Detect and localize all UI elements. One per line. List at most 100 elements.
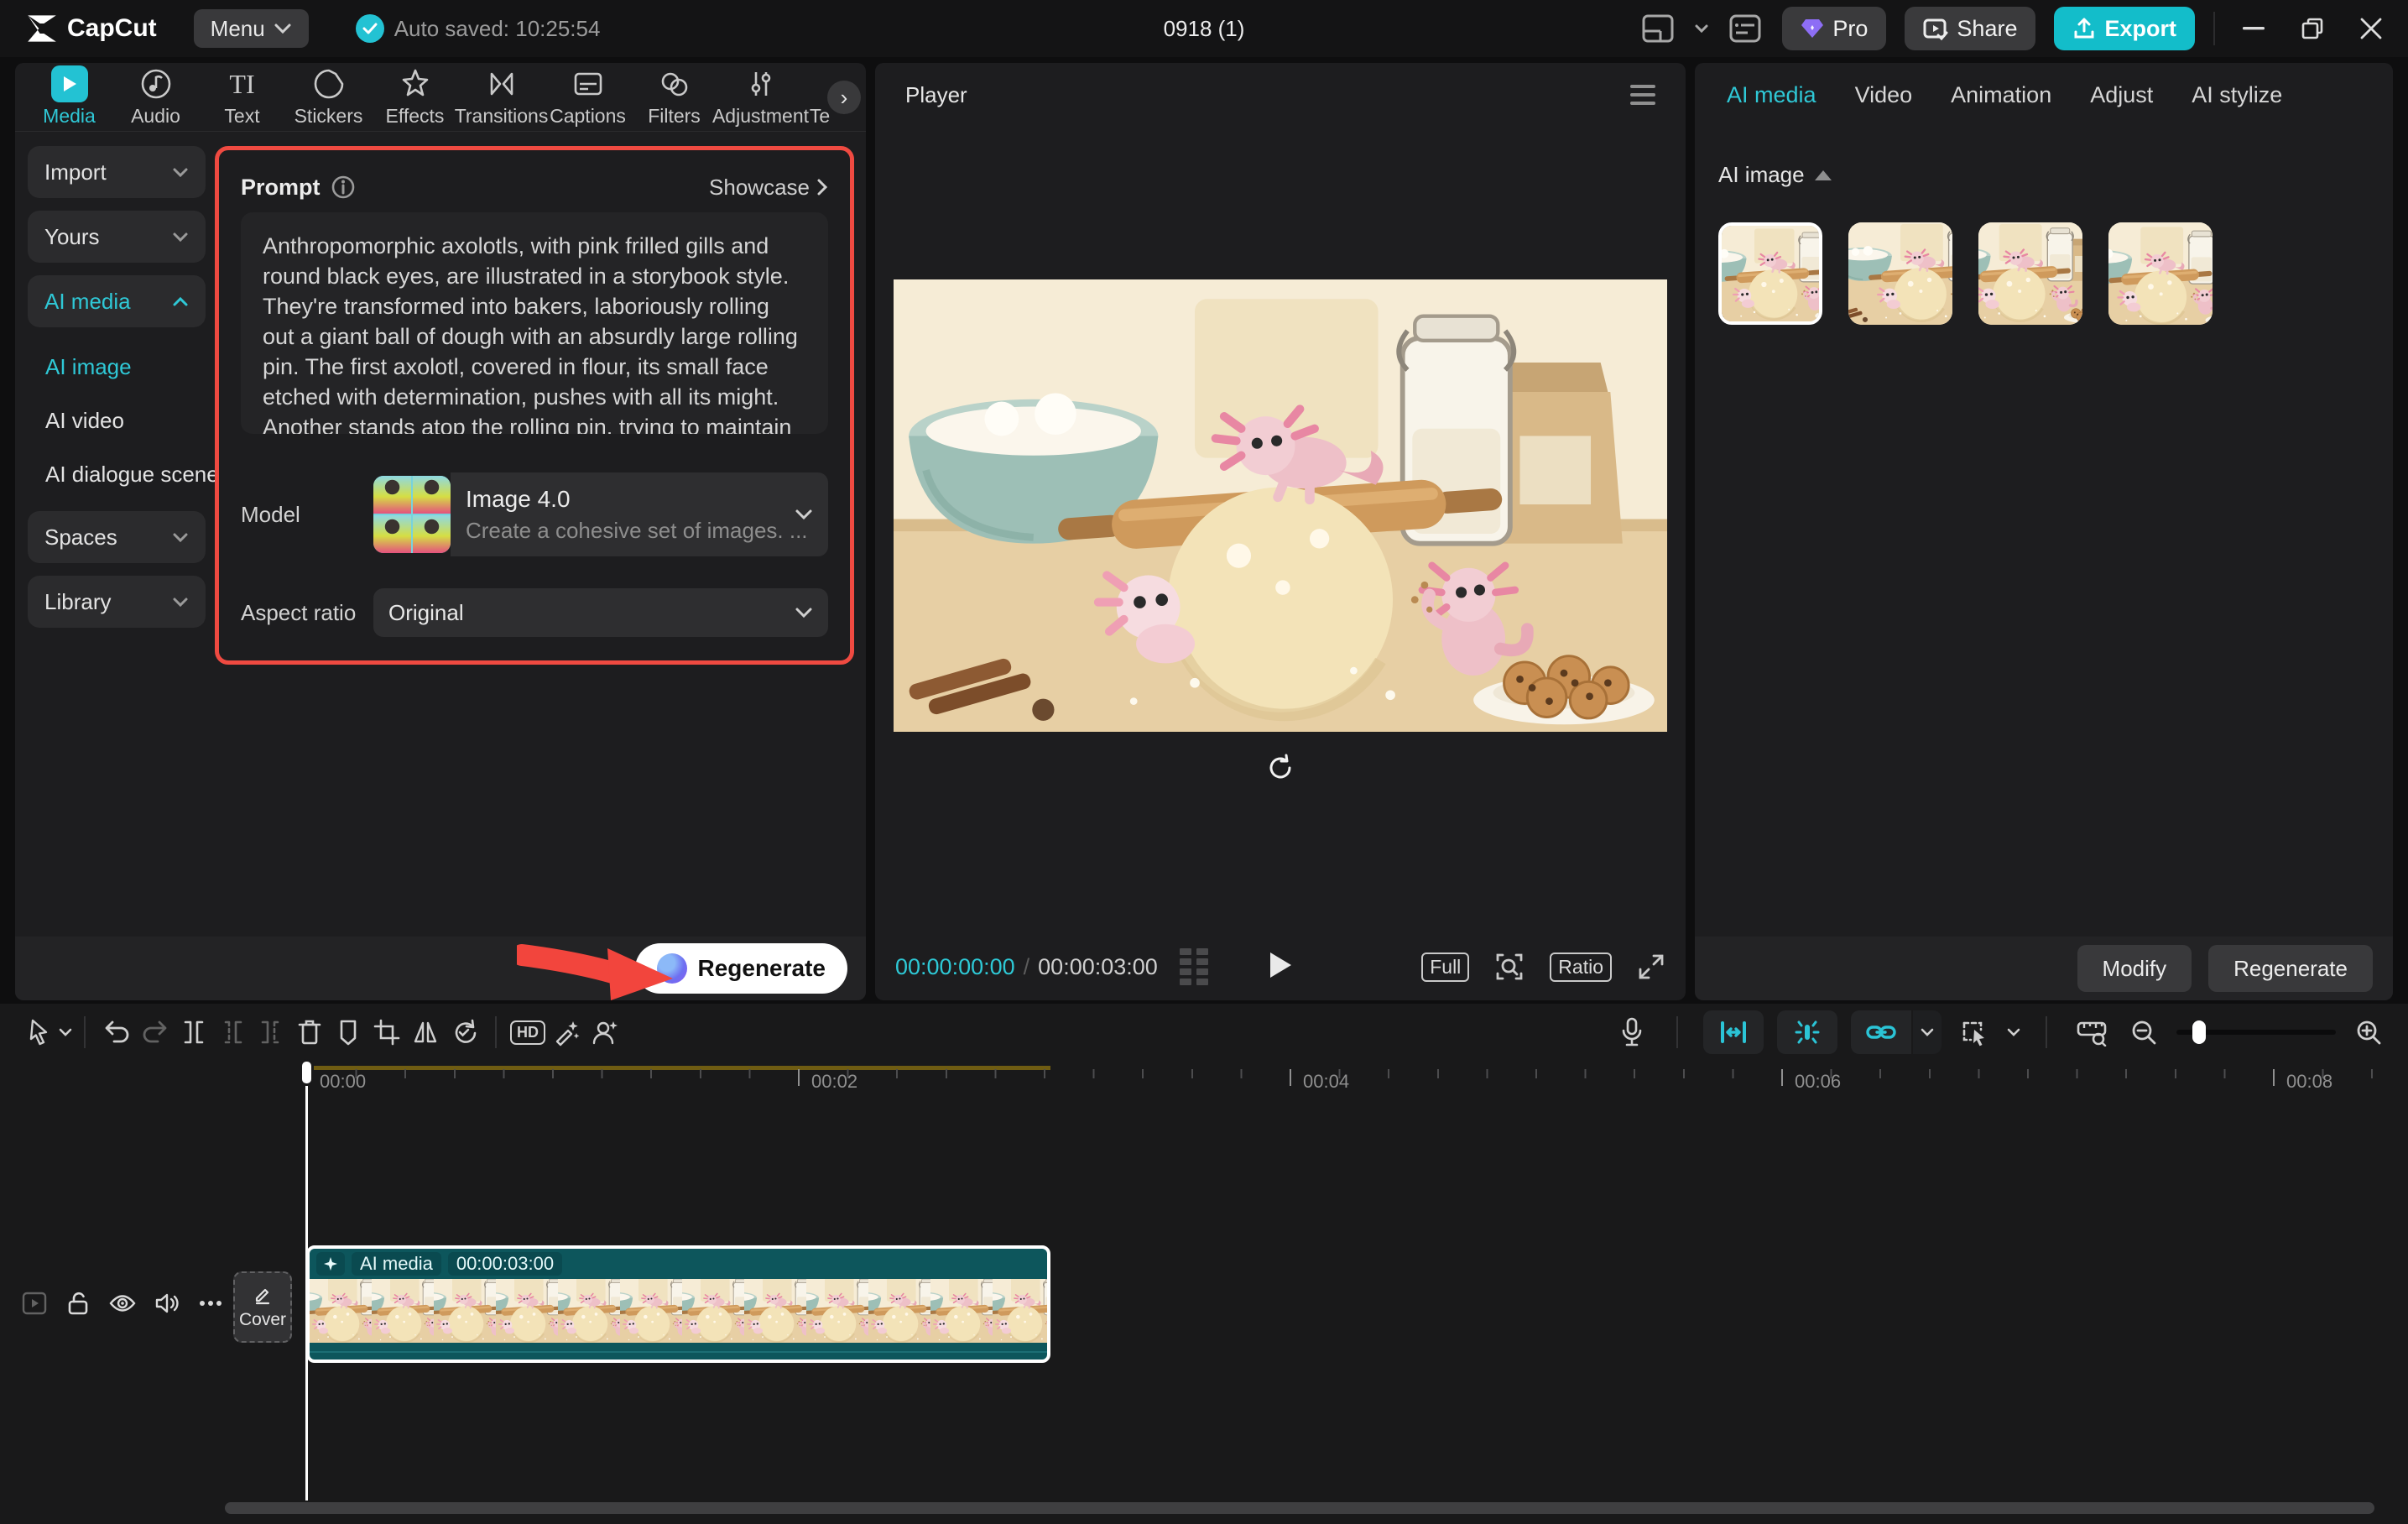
auto-snap-toggle[interactable] bbox=[1703, 1010, 1764, 1054]
ai-character-icon[interactable] bbox=[586, 1013, 624, 1052]
fullscreen-icon[interactable] bbox=[1637, 952, 1665, 981]
ruler-label: 00:08 bbox=[2286, 1071, 2332, 1093]
restore-button[interactable] bbox=[2292, 8, 2332, 49]
playhead-handle[interactable] bbox=[300, 1059, 314, 1086]
replace-icon[interactable] bbox=[445, 1013, 483, 1052]
variant-thumbnail-2[interactable] bbox=[1848, 222, 1952, 325]
menu-button[interactable]: Menu bbox=[194, 9, 309, 48]
ruler-label: 00:02 bbox=[811, 1071, 857, 1093]
tab-captions[interactable]: Captions bbox=[545, 66, 630, 128]
layout-chevron-icon[interactable] bbox=[1695, 24, 1708, 34]
tab-stickers[interactable]: Stickers bbox=[286, 66, 371, 128]
preview-axis-toggle[interactable] bbox=[1777, 1010, 1837, 1054]
zoom-slider-handle[interactable] bbox=[2192, 1020, 2206, 1044]
player-panel: Player 00:00:00:00 / 00:00:03:00 bbox=[875, 63, 1686, 1000]
zoom-focus-icon[interactable] bbox=[1494, 952, 1525, 982]
tab-filters[interactable]: Filters bbox=[632, 66, 717, 128]
redo-icon[interactable] bbox=[136, 1013, 175, 1052]
crop-icon[interactable] bbox=[367, 1013, 406, 1052]
timeline-horizontal-scrollbar[interactable] bbox=[225, 1502, 2374, 1514]
export-button[interactable]: Export bbox=[2054, 7, 2195, 50]
model-selector[interactable]: Image 4.0 Create a cohesive set of image… bbox=[373, 472, 828, 556]
tab-adjustment[interactable]: Adjustment bbox=[718, 66, 803, 128]
timeline-ruler[interactable] bbox=[306, 1069, 2408, 1086]
model-name: Image 4.0 bbox=[466, 486, 813, 513]
tab-adjust[interactable]: Adjust bbox=[2090, 82, 2153, 108]
tab-animation[interactable]: Animation bbox=[1951, 82, 2051, 108]
frame-view-icon[interactable] bbox=[1180, 948, 1208, 985]
adjustment-icon bbox=[744, 66, 778, 102]
tab-effects[interactable]: Effects bbox=[373, 66, 457, 128]
variant-thumbnail-4[interactable] bbox=[2108, 222, 2213, 325]
regenerate-variant-button[interactable]: Regenerate bbox=[2208, 945, 2373, 992]
playhead-line[interactable] bbox=[305, 1069, 308, 1501]
delete-icon[interactable] bbox=[290, 1013, 329, 1052]
select-tool-chevron-icon[interactable] bbox=[59, 1028, 72, 1037]
tab-ai-stylize[interactable]: AI stylize bbox=[2192, 82, 2282, 108]
sidebar-item-ai-dialogue-scene[interactable]: AI dialogue scene bbox=[28, 447, 206, 501]
selection-mode-icon[interactable] bbox=[1955, 1013, 1994, 1052]
selection-mode-chevron-icon[interactable] bbox=[2007, 1028, 2020, 1037]
magic-enhance-icon[interactable] bbox=[547, 1013, 586, 1052]
tab-media[interactable]: Media bbox=[27, 66, 112, 128]
sidebar-item-ai-media[interactable]: AI media bbox=[28, 275, 206, 327]
aspect-ratio-select[interactable]: Original bbox=[373, 588, 828, 637]
sidebar-item-library[interactable]: Library bbox=[28, 576, 206, 628]
play-button[interactable] bbox=[1268, 951, 1293, 984]
select-tool-icon[interactable] bbox=[20, 1013, 59, 1052]
delete-left-icon[interactable] bbox=[213, 1013, 252, 1052]
minimize-button[interactable] bbox=[2233, 8, 2274, 49]
close-button[interactable] bbox=[2351, 8, 2391, 49]
zoom-out-icon[interactable] bbox=[2124, 1013, 2163, 1052]
media-icon bbox=[51, 65, 88, 102]
variant-thumbnail-1[interactable] bbox=[1718, 222, 1822, 325]
delete-right-icon[interactable] bbox=[252, 1013, 290, 1052]
tab-ai-media[interactable]: AI media bbox=[1727, 82, 1816, 108]
modify-button[interactable]: Modify bbox=[2077, 945, 2192, 992]
track-visibility-icon[interactable] bbox=[109, 1284, 136, 1323]
export-icon bbox=[2072, 17, 2096, 40]
timeline-clip-ai-media[interactable]: AI media 00:00:03:00 bbox=[306, 1245, 1050, 1363]
full-preview-button[interactable]: Full bbox=[1421, 952, 1469, 982]
rotate-icon[interactable] bbox=[1260, 748, 1300, 788]
variant-thumbnail-3[interactable] bbox=[1978, 222, 2082, 325]
sidebar-item-ai-image[interactable]: AI image bbox=[28, 340, 206, 394]
track-lock-icon[interactable] bbox=[65, 1284, 91, 1323]
track-more-icon[interactable] bbox=[198, 1284, 223, 1323]
tab-video[interactable]: Video bbox=[1855, 82, 1913, 108]
player-menu-icon[interactable] bbox=[1630, 85, 1655, 105]
sidebar-item-spaces[interactable]: Spaces bbox=[28, 511, 206, 563]
sidebar-item-ai-video[interactable]: AI video bbox=[28, 394, 206, 447]
timeline-zoom-slider[interactable] bbox=[2176, 1030, 2336, 1035]
pro-button[interactable]: Pro bbox=[1782, 7, 1886, 50]
split-icon[interactable] bbox=[175, 1013, 213, 1052]
prompt-textarea[interactable]: Anthropomorphic axolotls, with pink fril… bbox=[241, 212, 828, 434]
hd-icon[interactable]: HD bbox=[508, 1013, 547, 1052]
ribbon-scroll-right-button[interactable]: › bbox=[827, 81, 861, 114]
player-canvas[interactable] bbox=[894, 279, 1667, 732]
track-mute-icon[interactable] bbox=[154, 1284, 180, 1323]
cover-button[interactable]: Cover bbox=[233, 1271, 292, 1343]
showcase-link[interactable]: Showcase bbox=[709, 175, 828, 201]
tab-audio[interactable]: Audio bbox=[113, 66, 198, 128]
tab-transitions[interactable]: Transitions bbox=[459, 66, 544, 128]
link-toggle[interactable] bbox=[1851, 1010, 1911, 1054]
link-options-chevron-icon[interactable] bbox=[1913, 1010, 1942, 1054]
voiceover-mic-icon[interactable] bbox=[1613, 1013, 1651, 1052]
zoom-in-icon[interactable] bbox=[2349, 1013, 2388, 1052]
undo-icon[interactable] bbox=[97, 1013, 136, 1052]
sidebar-item-import[interactable]: Import bbox=[28, 146, 206, 198]
ai-image-section-header[interactable]: AI image bbox=[1718, 162, 1832, 188]
ratio-button[interactable]: Ratio bbox=[1550, 952, 1612, 982]
mark-icon[interactable] bbox=[329, 1013, 367, 1052]
share-button[interactable]: Share bbox=[1905, 7, 2035, 50]
track-preview-icon[interactable] bbox=[22, 1284, 47, 1323]
tab-text[interactable]: TI Text bbox=[200, 66, 284, 128]
sidebar-item-yours[interactable]: Yours bbox=[28, 211, 206, 263]
info-icon[interactable] bbox=[331, 175, 356, 200]
panel-settings-icon[interactable] bbox=[1727, 10, 1764, 47]
mirror-icon[interactable] bbox=[406, 1013, 445, 1052]
current-timecode: 00:00:00:00 bbox=[895, 954, 1015, 980]
layout-toggle-icon[interactable] bbox=[1639, 10, 1676, 47]
timeline-scale-icon[interactable] bbox=[2072, 1013, 2111, 1052]
